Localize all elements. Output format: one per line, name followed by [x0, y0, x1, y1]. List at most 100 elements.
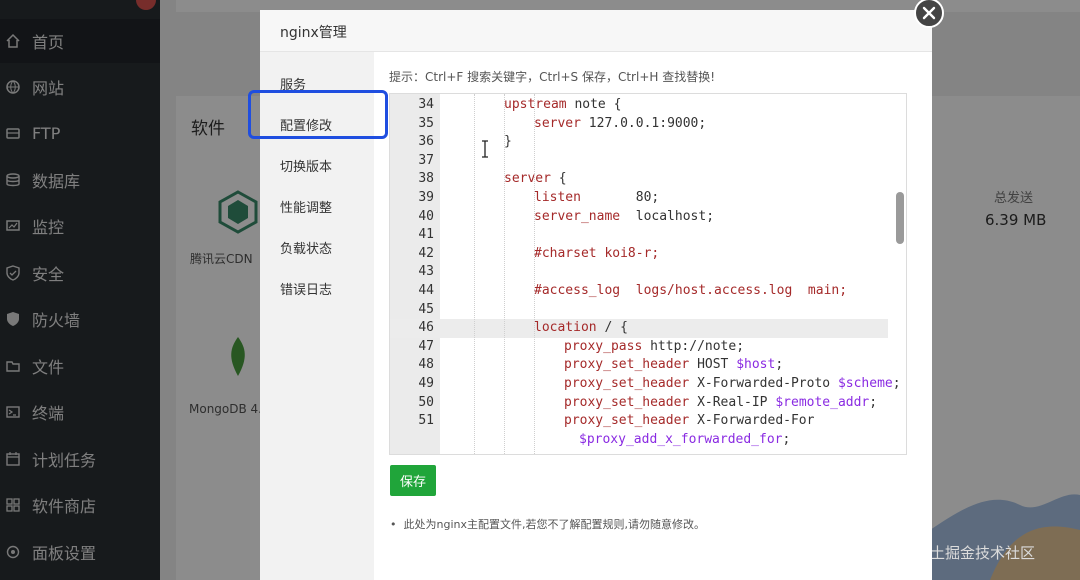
code-token: listen — [534, 190, 581, 205]
code-line: $proxy_add_x_forwarded_for; — [390, 431, 888, 450]
text-cursor-icon — [482, 140, 488, 158]
code-line: 46 location / { — [390, 319, 888, 338]
code-line: 40 server_name localhost; — [390, 208, 888, 227]
code-token: X-Forwarded-For — [697, 413, 815, 429]
code-line: 47 proxy_pass http://note; — [390, 338, 888, 357]
code-line: 42 #charset koi8-r; — [390, 245, 888, 264]
code-line: 45 — [390, 301, 888, 320]
code-text: server_name localhost; — [534, 208, 714, 227]
line-number: 42 — [418, 245, 434, 261]
code-line: 37 — [390, 152, 888, 171]
line-number: 39 — [418, 190, 434, 205]
config-note-text: 此处为nginx主配置文件,若您不了解配置规则,请勿随意修改。 — [403, 518, 705, 531]
code-text: #charset koi8-r; — [534, 245, 659, 264]
code-token: server_name — [534, 208, 621, 224]
nav-item-switch-version[interactable]: 切换版本 — [280, 156, 332, 175]
line-number: 44 — [418, 283, 434, 298]
code-token: localhost; — [627, 208, 715, 224]
line-number: 41 — [418, 227, 434, 243]
line-number: 49 — [418, 376, 434, 391]
code-token: #charset koi8-r; — [534, 245, 660, 261]
code-line: 38 server { — [390, 170, 888, 189]
code-line: 36} — [390, 133, 888, 152]
line-number: 35 — [418, 115, 434, 131]
line-number: 51 — [418, 413, 434, 429]
code-text: upstream note { — [504, 96, 621, 115]
indent-guide — [534, 94, 535, 454]
code-text: $proxy_add_x_forwarded_for; — [579, 431, 790, 450]
code-text: server 127.0.0.1:9000; — [534, 115, 706, 134]
line-number: 47 — [418, 338, 434, 354]
code-line: 43 — [390, 263, 888, 282]
code-token: } — [504, 134, 512, 150]
code-token: / { — [604, 320, 628, 336]
line-number: 37 — [418, 152, 434, 168]
code-token: ; — [775, 357, 784, 373]
code-text: } — [504, 133, 512, 152]
code-token: upstream — [504, 97, 567, 112]
code-line: 41 — [390, 226, 888, 245]
code-token: proxy_set_header — [564, 413, 690, 429]
nav-item-performance[interactable]: 性能调整 — [280, 197, 332, 216]
code-token: $host — [736, 357, 776, 373]
code-line: 50 proxy_set_header X-Real-IP $remote_add… — [390, 394, 888, 413]
code-line: 34 upstream note { — [390, 96, 888, 115]
code-text: server { — [504, 170, 567, 189]
line-number: 38 — [418, 171, 434, 187]
line-number: 43 — [418, 264, 434, 280]
line-number: 46 — [418, 320, 434, 336]
code-token: { — [558, 171, 567, 187]
code-token: X-Real-IP — [697, 394, 776, 410]
line-number: 40 — [418, 208, 434, 224]
code-token: 80; — [588, 190, 660, 205]
line-number: 50 — [418, 394, 434, 410]
config-note: • 此处为nginx主配置文件,若您不了解配置规则,请勿随意修改。 — [390, 518, 705, 531]
hint-text: 提示：Ctrl+F 搜索关键字，Ctrl+S 保存，Ctrl+H 查找替换! — [389, 70, 716, 84]
code-token: http://note; — [650, 338, 745, 354]
code-line: 44 #access_log logs/host.access.log main; — [390, 282, 888, 301]
code-token: X-Forwarded-Proto — [697, 376, 838, 391]
active-nav-highlight — [248, 90, 388, 139]
code-text: proxy_set_header X-Real-IP $remote_addr; — [564, 394, 877, 413]
code-token: proxy_set_header — [564, 376, 690, 391]
code-text: listen 80; — [534, 189, 659, 208]
code-text: proxy_set_header HOST $host; — [564, 356, 783, 375]
indent-guide — [504, 94, 505, 454]
code-text: proxy_set_header X-Forwarded-For — [564, 412, 814, 431]
editor-scrollbar[interactable] — [895, 98, 905, 452]
modal-title: nginx管理 — [280, 25, 347, 41]
nav-item-error-log[interactable]: 错误日志 — [280, 279, 332, 298]
code-token: HOST — [697, 357, 737, 373]
code-line: 39 listen 80; — [390, 189, 888, 208]
line-number: 45 — [418, 301, 434, 317]
line-number: 34 — [418, 97, 434, 112]
code-token: proxy_set_header — [564, 357, 690, 373]
code-token: server — [504, 171, 551, 187]
code-line: 49 proxy_set_header X-Forwarded-Proto $sc… — [390, 375, 900, 394]
code-text: #access_log logs/host.access.log main; — [534, 282, 847, 301]
code-line: 51 proxy_set_header X-Forwarded-For — [390, 412, 888, 431]
line-number: 48 — [418, 357, 434, 373]
modal-header: nginx管理 — [260, 10, 932, 52]
code-token: server — [534, 115, 581, 131]
code-token: location — [534, 320, 597, 336]
code-token: 127.0.0.1:9000; — [588, 115, 707, 131]
code-token: #access_log logs/host.access.log main; — [534, 283, 848, 298]
code-line: 35 server 127.0.0.1:9000; — [390, 115, 888, 134]
code-token: ; — [869, 394, 878, 410]
code-text: location / { — [534, 319, 628, 338]
code-token: ; — [782, 431, 791, 447]
code-token: note { — [574, 97, 622, 112]
code-text: proxy_set_header X-Forwarded-Proto $sche… — [564, 375, 901, 394]
scrollbar-thumb[interactable] — [896, 192, 904, 244]
save-button[interactable]: 保存 — [390, 465, 436, 496]
code-token: $proxy_add_x_forwarded_for — [579, 431, 783, 447]
nav-item-load-status[interactable]: 负载状态 — [280, 238, 332, 257]
code-token: proxy_set_header — [564, 394, 690, 410]
code-editor[interactable]: 34 upstream note { 35 server 127.0.0.1:9000… — [389, 93, 907, 455]
code-line: 48 proxy_set_header HOST $host; — [390, 356, 888, 375]
line-number: 36 — [418, 134, 434, 150]
code-token: $remote_addr — [775, 394, 870, 410]
code-token: proxy_pass — [564, 338, 643, 354]
code-text: proxy_pass http://note; — [564, 338, 744, 357]
